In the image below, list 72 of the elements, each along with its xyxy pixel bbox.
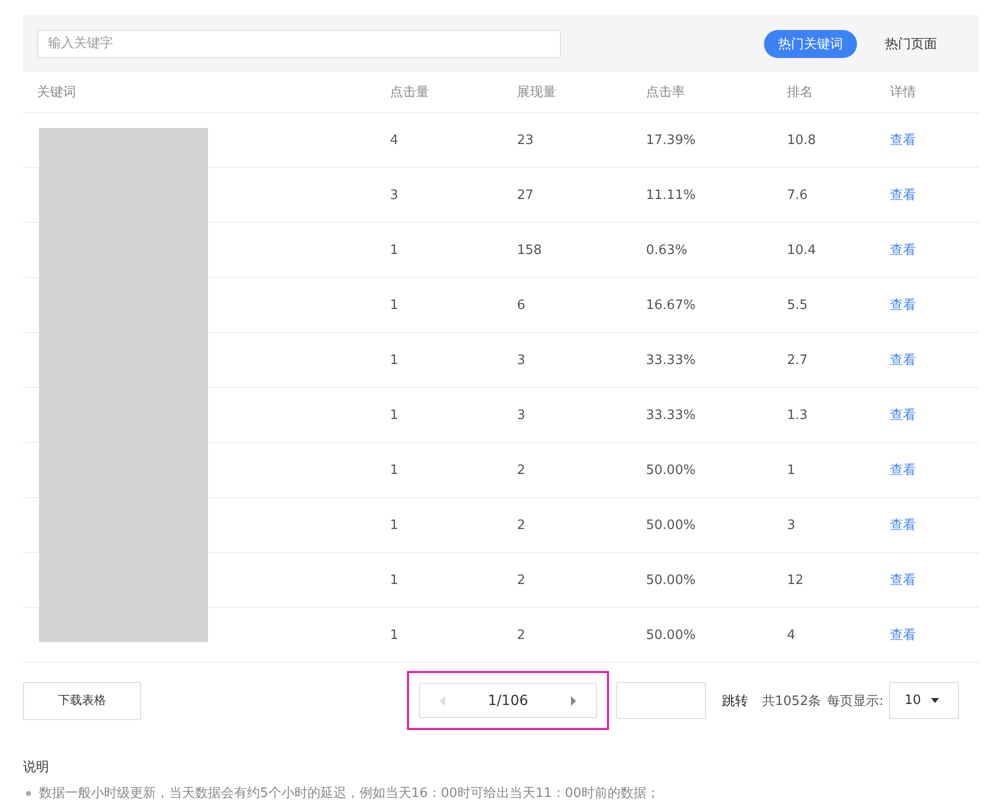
table-cell-text: 50.00% (646, 518, 697, 532)
table-cell-text: 1 (390, 242, 400, 258)
table-cell-text: 6 (517, 298, 526, 312)
table-cell-text: 3 (517, 352, 526, 368)
table-cell-text: 11.11% (646, 188, 697, 202)
column-header: 点击率 (646, 84, 686, 101)
table-cell-text: 1 (390, 298, 400, 312)
table-cell-text: 16.67% (646, 298, 697, 312)
table-cell-text: 27 (517, 188, 535, 202)
table-cell-text: 10.4 (787, 242, 817, 258)
note-text: 数据一般小时级更新，当天数据会有约5个小时的延迟，例如当天16：00时可给出当天11：00时前的数据； (39, 785, 660, 802)
caret-icon (931, 698, 940, 703)
table-cell-text: 3 (517, 408, 526, 422)
previous-icon[interactable] (440, 696, 446, 706)
column-header: 详情 (890, 84, 917, 101)
per-page-select[interactable]: 10 (889, 682, 960, 719)
column-header: 排名 (787, 84, 814, 101)
table-cell-text: 17.39% (646, 132, 697, 148)
search-field[interactable]: 输入关键字 (37, 30, 561, 58)
table-cell-text: 33.33% (646, 352, 697, 368)
table-cell-text: 1 (390, 408, 400, 422)
tab[interactable]: 热门页面 (871, 30, 951, 58)
download-button[interactable]: 下载表格 (23, 682, 141, 720)
table-cell-text: 1 (390, 462, 400, 478)
view-link[interactable]: 查看 (890, 518, 916, 533)
table-cell-text: 10.8 (787, 132, 817, 148)
table-cell-text: 3 (787, 518, 796, 532)
view-link[interactable]: 查看 (890, 408, 916, 423)
view-link[interactable]: 查看 (890, 243, 916, 258)
tab[interactable]: 热门关键词 (764, 30, 857, 58)
table-cell-text: 2 (517, 462, 526, 478)
page-input[interactable] (616, 682, 706, 719)
table-cell-text: 2 (517, 518, 526, 532)
view-link[interactable]: 查看 (890, 573, 916, 588)
table-cell-text: 4 (787, 628, 796, 642)
table-cell-text: 1 (390, 628, 400, 642)
notes-title: 说明 (23, 759, 50, 776)
table-cell-text: 50.00% (646, 572, 697, 588)
table-cell-text: 0.63% (646, 242, 688, 258)
table-cell-text: 7.6 (787, 188, 809, 202)
table-cell-text: 50.00% (646, 628, 697, 642)
table-cell-text: 2 (517, 628, 526, 642)
table-cell-text: 12 (787, 572, 805, 588)
table-cell-text: 1.3 (787, 408, 809, 422)
table-cell-text: 158 (517, 242, 543, 258)
table-cell-text: 2.7 (787, 352, 809, 368)
view-link[interactable]: 查看 (890, 353, 916, 368)
column-header: 展现量 (517, 84, 557, 101)
table-cell-text: 1 (787, 462, 796, 478)
next-icon[interactable] (570, 696, 576, 706)
view-link[interactable]: 查看 (890, 298, 916, 313)
per-page-label: 每页显示: (827, 692, 884, 710)
table-cell-text: 23 (517, 132, 535, 148)
column-header: 点击量 (390, 84, 430, 101)
table-cell-text: 1 (390, 572, 400, 588)
bullet-icon (26, 790, 31, 796)
view-link[interactable]: 查看 (890, 463, 916, 478)
table-cell-text: 2 (517, 572, 526, 588)
jump-button[interactable]: 跳转 (718, 692, 752, 710)
column-header: 关键词 (36, 84, 77, 101)
table-cell-text: 1 (390, 518, 400, 532)
table-cell-text: 1 (390, 352, 400, 368)
table-cell-text: 5.5 (787, 298, 809, 312)
view-link[interactable]: 查看 (890, 188, 916, 203)
table-cell-text: 4 (390, 132, 400, 148)
table-cell-text: 33.33% (646, 408, 697, 422)
page-indicator: 1/106 (488, 692, 528, 708)
table-cell-text: 50.00% (646, 462, 697, 478)
total-count: 共1052条 (762, 692, 822, 710)
view-link[interactable]: 查看 (890, 133, 916, 148)
view-link[interactable]: 查看 (890, 628, 916, 643)
table-cell-text: 3 (390, 188, 400, 202)
